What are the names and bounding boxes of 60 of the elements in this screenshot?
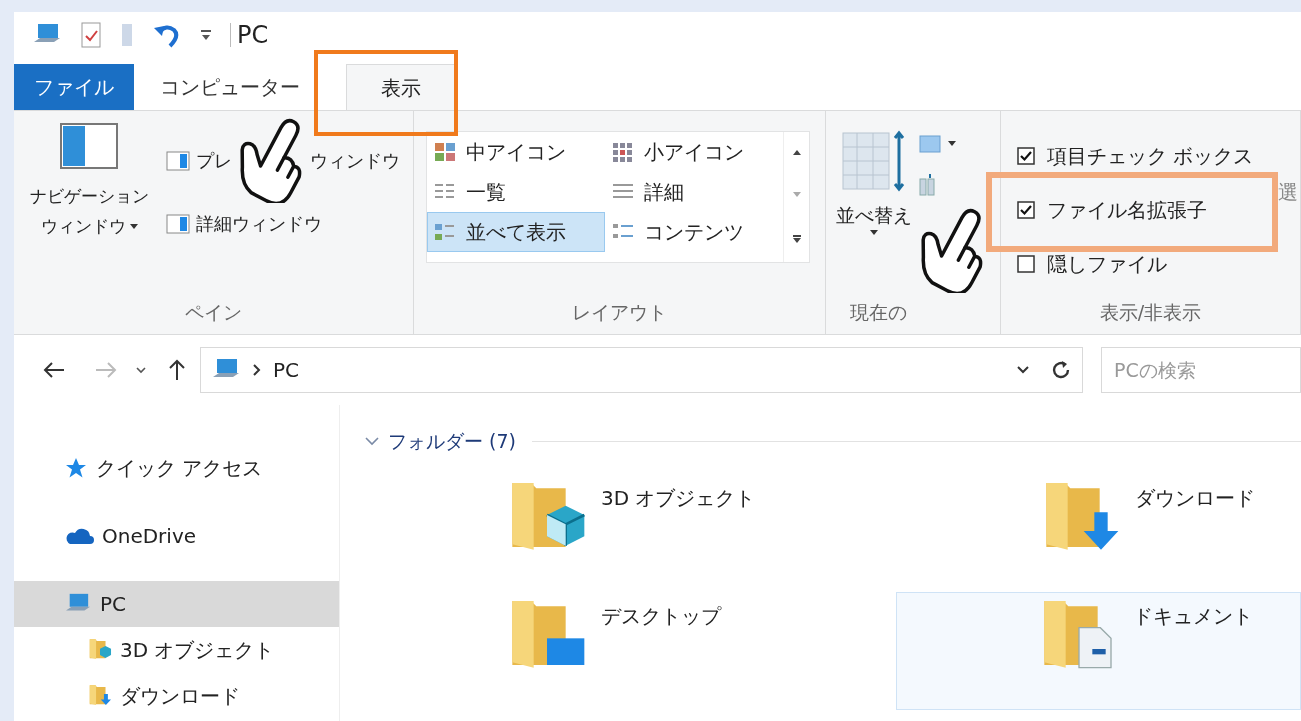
- back-icon[interactable]: [42, 361, 66, 379]
- navigation-pane-button[interactable]: ナビゲーション ウィンドウ: [14, 111, 164, 290]
- group-by-icon[interactable]: [918, 133, 958, 155]
- pane-layout-icon: [166, 213, 190, 234]
- layout-option[interactable]: 中アイコン: [427, 132, 605, 172]
- recent-locations-icon[interactable]: [136, 366, 146, 374]
- view-icon: [434, 142, 456, 162]
- star-icon: [64, 456, 88, 480]
- folder-tile[interactable]: 3D オブジェクト: [340, 473, 898, 592]
- group-label: 表示/非表示: [1099, 299, 1202, 325]
- details-pane-button[interactable]: 詳細ウィンドウ: [166, 210, 322, 237]
- address-bar[interactable]: PC: [200, 347, 1083, 393]
- pane-layout-icon: [166, 150, 190, 171]
- sidebar-item[interactable]: クイック アクセス: [14, 445, 339, 491]
- ribbon-tab[interactable]: コンピューター: [160, 64, 326, 110]
- sidebar-item[interactable]: 3D オブジェクト: [14, 627, 339, 673]
- view-icon: [612, 142, 634, 162]
- group-label: レイアウト: [572, 299, 667, 325]
- pane-layout-icon: [60, 123, 118, 169]
- properties-icon[interactable]: [80, 21, 102, 49]
- dropdown-caret-icon: [870, 229, 878, 236]
- ribbon-label: 選: [1278, 179, 1298, 206]
- dropdown-icon[interactable]: [1016, 365, 1030, 375]
- search-field[interactable]: PCの検索: [1101, 347, 1301, 393]
- dropdown-caret-icon: [129, 224, 138, 230]
- expand-gallery-icon[interactable]: [792, 234, 801, 244]
- chevron-right-icon: [253, 364, 261, 376]
- layout-option[interactable]: 小アイコン: [605, 132, 783, 172]
- sidebar-item[interactable]: PC: [14, 581, 339, 627]
- group-label: 現在の: [850, 299, 907, 325]
- layout-option[interactable]: 並べて表示: [427, 212, 605, 252]
- ribbon-tab[interactable]: 表示: [346, 64, 456, 110]
- checkbox[interactable]: [1017, 201, 1035, 219]
- folder-tile[interactable]: ドキュメント: [896, 591, 1301, 710]
- group-header[interactable]: フォルダー (7): [388, 427, 516, 456]
- folder-tile[interactable]: デスクトップ: [340, 591, 898, 710]
- ribbon-tab[interactable]: ファイル: [14, 64, 134, 110]
- layout-option[interactable]: コンテンツ: [605, 212, 783, 252]
- collapse-icon[interactable]: [364, 436, 380, 447]
- checkbox-option[interactable]: ファイル名拡張子: [1017, 198, 1254, 222]
- checkbox-option[interactable]: 隠しファイル: [1017, 252, 1254, 276]
- checkbox-option[interactable]: 項目チェック ボックス: [1017, 144, 1254, 168]
- folder-tile[interactable]: ダウンロード: [898, 473, 1301, 592]
- sidebar-item[interactable]: ダウンロード: [14, 673, 339, 719]
- breadcrumb-item[interactable]: PC: [273, 355, 1004, 385]
- layout-option[interactable]: 一覧: [427, 172, 605, 212]
- window-title: PC: [230, 23, 269, 47]
- refresh-icon[interactable]: [1050, 359, 1072, 381]
- up-icon[interactable]: [168, 358, 186, 382]
- customize-icon[interactable]: [200, 28, 212, 42]
- checkbox[interactable]: [1017, 147, 1035, 165]
- group-label: ペイン: [185, 299, 242, 325]
- scroll-up-icon[interactable]: [792, 150, 801, 157]
- sort-button[interactable]: 並べ替え: [826, 111, 912, 290]
- preview-pane-button[interactable]: プレ ウィンドウ: [166, 147, 400, 174]
- layout-option[interactable]: 詳細: [605, 172, 783, 212]
- view-icon: [434, 222, 456, 242]
- checkbox[interactable]: [1017, 255, 1035, 273]
- sidebar-item[interactable]: OneDrive: [14, 513, 339, 559]
- cloud-icon: [64, 526, 94, 546]
